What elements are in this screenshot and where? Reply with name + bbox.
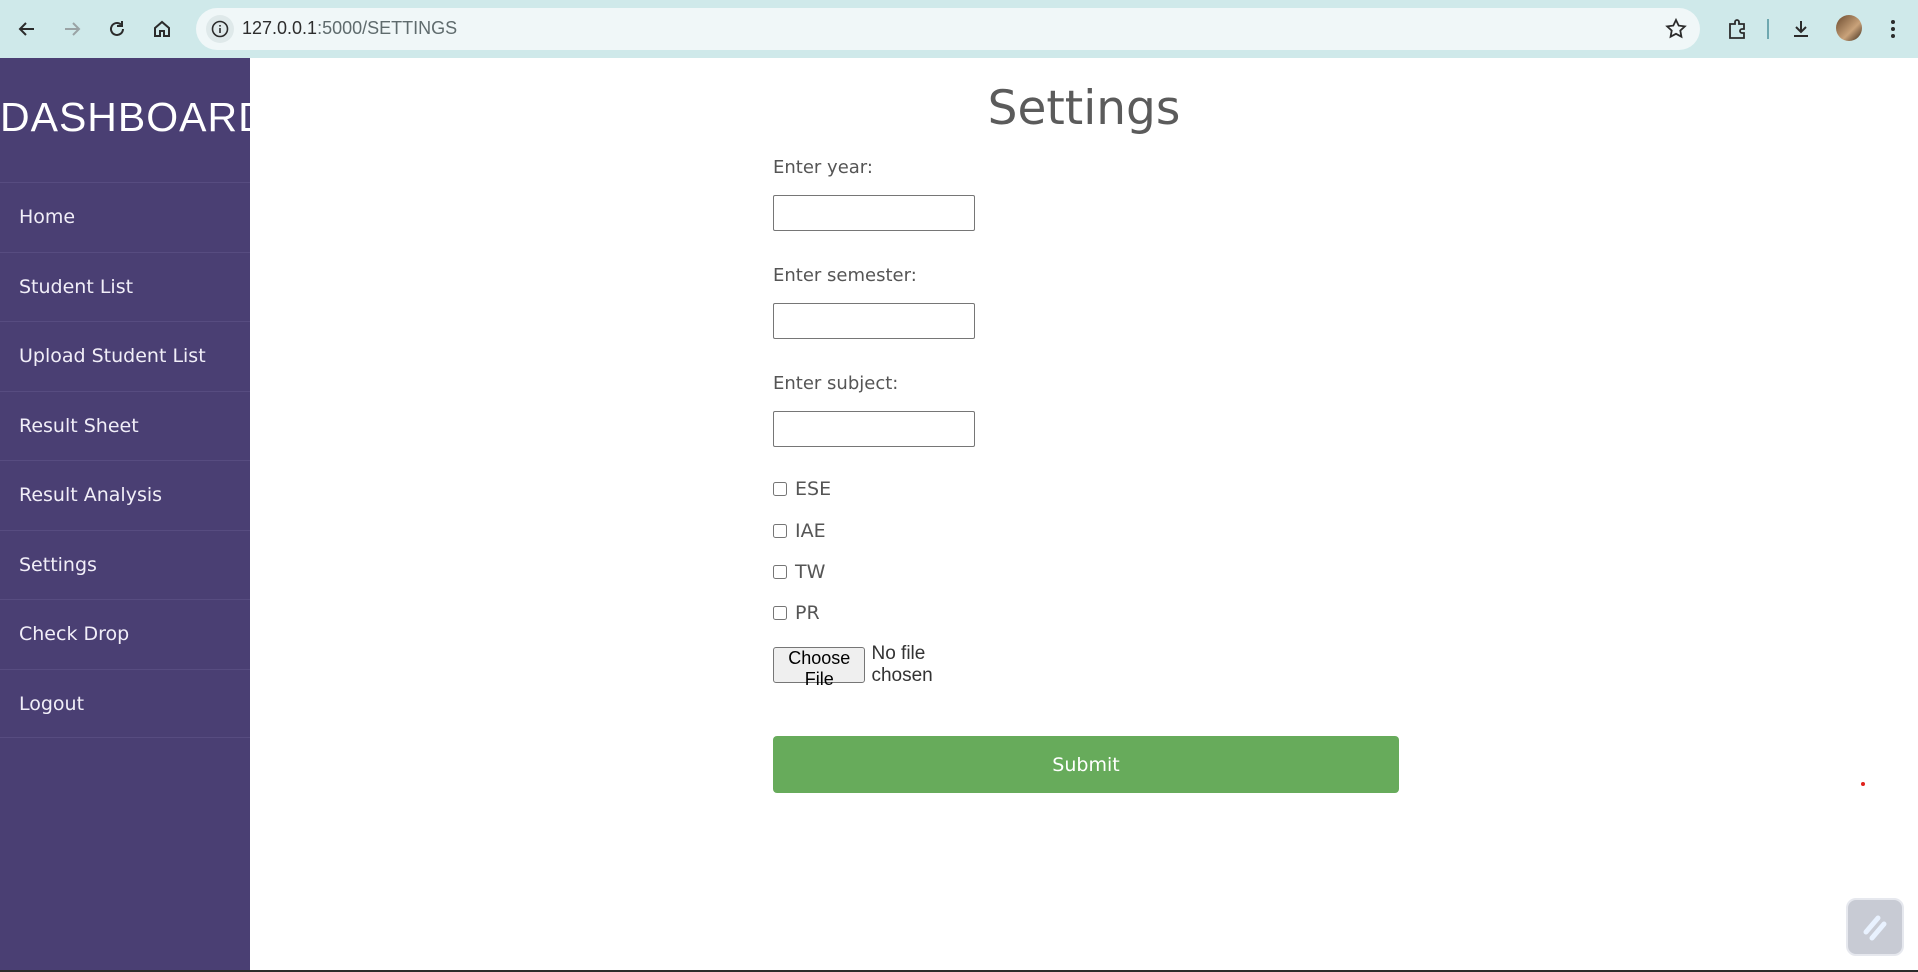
download-icon[interactable] — [1784, 12, 1818, 46]
subject-label: Enter subject: — [773, 373, 899, 394]
tw-checkbox[interactable] — [773, 565, 787, 579]
sidebar-item-check-drop[interactable]: Check Drop — [0, 599, 250, 669]
iae-checkbox-label: IAE — [795, 520, 826, 542]
file-upload: Choose File No file chosen — [773, 643, 962, 689]
url-path: :5000/SETTINGS — [317, 18, 458, 38]
page-title: Settings — [987, 81, 1181, 136]
reload-icon[interactable] — [100, 12, 134, 46]
checkbox-row-pr: PR — [773, 602, 820, 624]
sidebar-brand: DASHBOARD — [0, 94, 269, 140]
year-label: Enter year: — [773, 157, 873, 178]
extensions-icon[interactable] — [1720, 12, 1754, 46]
sidebar-item-settings[interactable]: Settings — [0, 529, 250, 600]
checkbox-row-iae: IAE — [773, 520, 826, 542]
year-input[interactable] — [773, 195, 975, 231]
url-text: 127.0.0.1:5000/SETTINGS — [242, 18, 457, 39]
back-icon[interactable] — [10, 12, 44, 46]
url-host: 127.0.0.1 — [242, 18, 318, 38]
ese-checkbox[interactable] — [773, 482, 787, 496]
pr-checkbox[interactable] — [773, 606, 787, 620]
home-icon[interactable] — [145, 12, 179, 46]
floating-widget-icon[interactable] — [1846, 898, 1904, 956]
sidebar-item-result-analysis[interactable]: Result Analysis — [0, 460, 250, 530]
profile-avatar[interactable] — [1836, 15, 1862, 41]
semester-label: Enter semester: — [773, 265, 917, 286]
main-content: Settings Enter year: Enter semester: Ent… — [250, 58, 1918, 972]
tw-checkbox-label: TW — [795, 561, 826, 583]
sidebar-menu: Home Student List Upload Student List Re… — [0, 182, 250, 738]
ese-checkbox-label: ESE — [795, 478, 832, 500]
subject-input[interactable] — [773, 411, 975, 447]
forward-icon[interactable] — [55, 12, 89, 46]
sidebar-item-upload-student-list[interactable]: Upload Student List — [0, 321, 250, 391]
checkbox-row-ese: ESE — [773, 478, 831, 500]
semester-input[interactable] — [773, 303, 975, 339]
file-status: No file chosen — [871, 643, 933, 686]
pr-checkbox-label: PR — [795, 602, 820, 624]
toolbar-divider — [1767, 19, 1769, 39]
site-info-icon[interactable] — [206, 15, 234, 43]
red-dot-marker — [1861, 782, 1865, 786]
sidebar-item-result-sheet[interactable]: Result Sheet — [0, 390, 250, 461]
iae-checkbox[interactable] — [773, 524, 787, 538]
sidebar-item-logout[interactable]: Logout — [0, 668, 250, 738]
sidebar-item-student-list[interactable]: Student List — [0, 251, 250, 322]
browser-toolbar: 127.0.0.1:5000/SETTINGS — [0, 0, 1918, 58]
submit-button[interactable]: Submit — [773, 736, 1399, 793]
address-bar[interactable]: 127.0.0.1:5000/SETTINGS — [196, 8, 1700, 50]
menu-kebab-icon[interactable] — [1876, 12, 1910, 46]
checkbox-row-tw: TW — [773, 561, 825, 583]
choose-file-button[interactable]: Choose File — [773, 647, 866, 689]
bookmark-star-icon[interactable] — [1664, 17, 1688, 45]
sidebar-item-home[interactable]: Home — [0, 182, 250, 252]
sidebar: DASHBOARD Home Student List Upload Stude… — [0, 58, 268, 972]
